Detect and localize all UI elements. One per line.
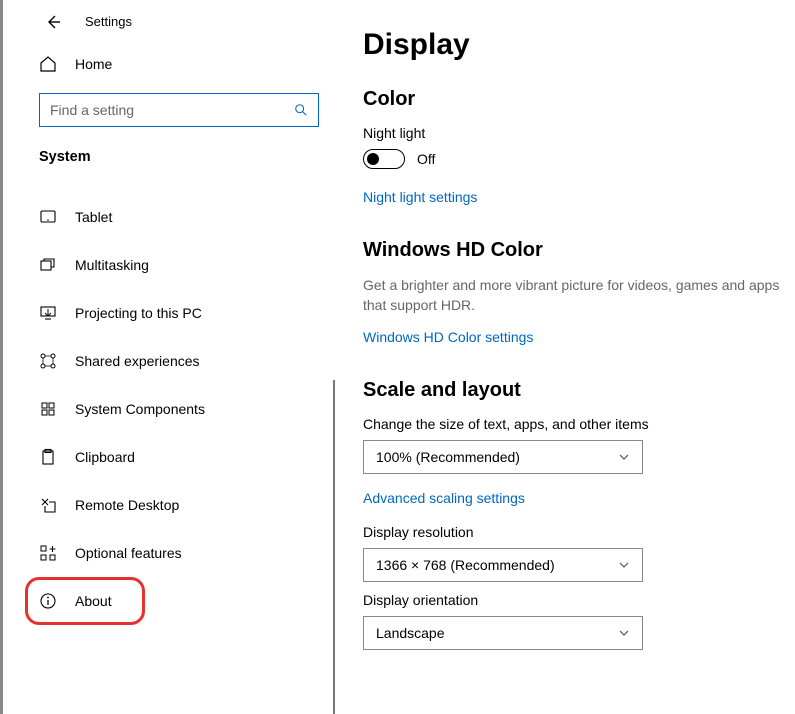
sidebar-item-label: Tablet [75,209,112,225]
home-button[interactable]: Home [3,41,333,87]
text-size-value: 100% (Recommended) [376,449,520,465]
hd-color-desc: Get a brighter and more vibrant picture … [363,276,795,315]
back-icon[interactable] [45,14,61,30]
advanced-scaling-link[interactable]: Advanced scaling settings [363,490,525,506]
multitasking-icon [39,256,57,274]
sidebar-item-label: About [75,593,112,609]
sidebar-item-optional-features[interactable]: Optional features [3,529,333,577]
sidebar-item-remote-desktop[interactable]: Remote Desktop [3,481,333,529]
section-header: System [39,149,333,165]
sidebar-item-tablet[interactable]: Tablet [3,193,333,241]
sidebar-item-label: Projecting to this PC [75,305,202,321]
text-size-label: Change the size of text, apps, and other… [363,416,795,432]
clipboard-icon [39,448,57,466]
components-icon [39,400,57,418]
optional-features-icon [39,544,57,562]
sidebar-item-shared-experiences[interactable]: Shared experiences [3,337,333,385]
orientation-dropdown[interactable]: Landscape [363,616,643,650]
night-light-toggle[interactable] [363,149,405,169]
header-row: Settings [3,0,333,41]
orientation-label: Display orientation [363,592,795,608]
home-icon [39,55,57,73]
orientation-value: Landscape [376,625,445,641]
chevron-down-icon [618,559,630,571]
sidebar-item-label: Optional features [75,545,182,561]
sidebar-item-label: Remote Desktop [75,497,179,513]
sidebar: Settings Home System Tablet Multitasking [3,0,333,714]
resolution-value: 1366 × 768 (Recommended) [376,557,555,573]
shared-icon [39,352,57,370]
night-light-state: Off [417,151,435,167]
text-size-dropdown[interactable]: 100% (Recommended) [363,440,643,474]
hd-color-heading: Windows HD Color [363,239,795,262]
nav-list: Tablet Multitasking Projecting to this P… [3,193,333,625]
page-title: Display [363,28,795,62]
scale-heading: Scale and layout [363,379,795,402]
search-field[interactable] [50,102,308,118]
sidebar-item-label: Clipboard [75,449,135,465]
projecting-icon [39,304,57,322]
search-icon [294,103,308,117]
sidebar-item-label: System Components [75,401,205,417]
sidebar-item-about[interactable]: About [25,577,145,625]
color-heading: Color [363,88,795,111]
chevron-down-icon [618,451,630,463]
hd-color-settings-link[interactable]: Windows HD Color settings [363,329,533,345]
tablet-icon [39,208,57,226]
sidebar-item-projecting[interactable]: Projecting to this PC [3,289,333,337]
remote-desktop-icon [39,496,57,514]
window-title: Settings [85,14,132,29]
sidebar-item-clipboard[interactable]: Clipboard [3,433,333,481]
info-icon [39,592,57,610]
home-label: Home [75,56,112,72]
night-light-label: Night light [363,125,795,141]
night-light-settings-link[interactable]: Night light settings [363,189,477,205]
search-input[interactable] [39,93,319,127]
sidebar-item-multitasking[interactable]: Multitasking [3,241,333,289]
main-content: Display Color Night light Off Night ligh… [333,0,795,714]
scrollbar-indicator[interactable] [333,380,335,714]
chevron-down-icon [618,627,630,639]
resolution-label: Display resolution [363,524,795,540]
sidebar-item-label: Shared experiences [75,353,200,369]
sidebar-item-label: Multitasking [75,257,149,273]
resolution-dropdown[interactable]: 1366 × 768 (Recommended) [363,548,643,582]
sidebar-item-system-components[interactable]: System Components [3,385,333,433]
